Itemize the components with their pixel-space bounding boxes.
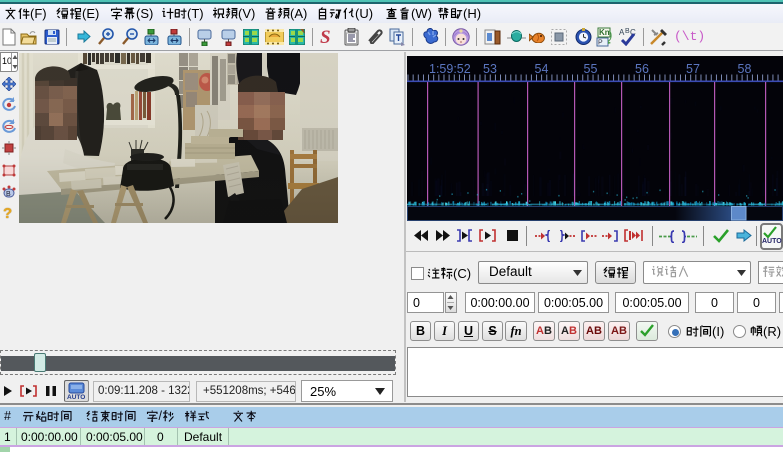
svg-text:B: B	[6, 191, 11, 198]
svg-text:57: 57	[686, 62, 700, 76]
svg-text:P: P	[598, 40, 603, 47]
svg-text:55: 55	[584, 62, 598, 76]
svg-text:Kn: Kn	[599, 28, 610, 37]
svg-text:56: 56	[635, 62, 649, 76]
svg-text:58: 58	[738, 62, 752, 76]
svg-text:53: 53	[483, 62, 497, 76]
svg-text:54: 54	[535, 62, 549, 76]
svg-text:1:59:52: 1:59:52	[429, 62, 471, 76]
